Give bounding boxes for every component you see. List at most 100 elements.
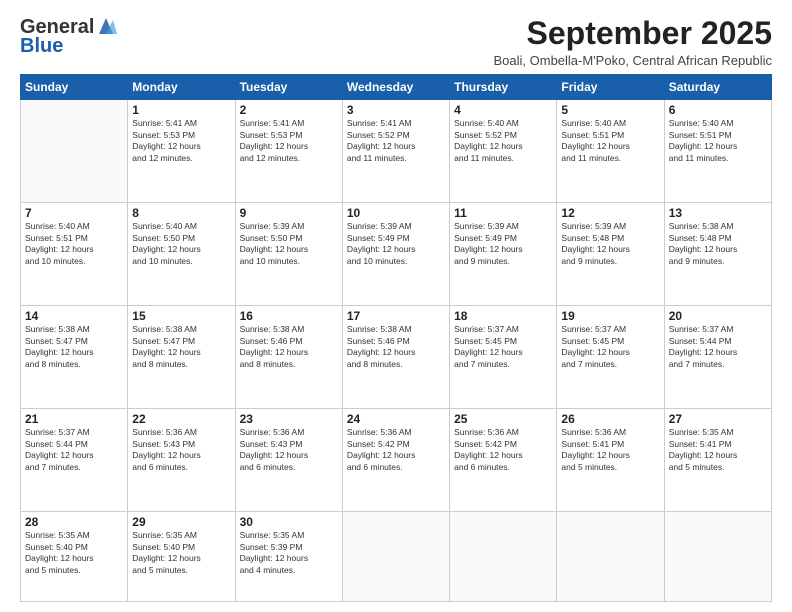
weekday-sunday: Sunday [21,75,128,100]
calendar-cell: 24Sunrise: 5:36 AM Sunset: 5:42 PM Dayli… [342,409,449,512]
weekday-monday: Monday [128,75,235,100]
weekday-saturday: Saturday [664,75,771,100]
week-row-1: 1Sunrise: 5:41 AM Sunset: 5:53 PM Daylig… [21,100,772,203]
calendar-cell: 19Sunrise: 5:37 AM Sunset: 5:45 PM Dayli… [557,306,664,409]
day-info: Sunrise: 5:35 AM Sunset: 5:39 PM Dayligh… [240,530,338,576]
day-info: Sunrise: 5:41 AM Sunset: 5:53 PM Dayligh… [240,118,338,164]
calendar-cell: 17Sunrise: 5:38 AM Sunset: 5:46 PM Dayli… [342,306,449,409]
logo-icon [95,16,117,36]
calendar: SundayMondayTuesdayWednesdayThursdayFrid… [20,74,772,602]
day-number: 2 [240,103,338,117]
day-info: Sunrise: 5:39 AM Sunset: 5:49 PM Dayligh… [347,221,445,267]
day-number: 12 [561,206,659,220]
day-number: 11 [454,206,552,220]
calendar-cell: 9Sunrise: 5:39 AM Sunset: 5:50 PM Daylig… [235,203,342,306]
calendar-cell: 28Sunrise: 5:35 AM Sunset: 5:40 PM Dayli… [21,512,128,602]
day-info: Sunrise: 5:38 AM Sunset: 5:46 PM Dayligh… [347,324,445,370]
subtitle: Boali, Ombella-M'Poko, Central African R… [494,53,773,68]
day-number: 28 [25,515,123,529]
weekday-tuesday: Tuesday [235,75,342,100]
day-number: 1 [132,103,230,117]
day-number: 4 [454,103,552,117]
calendar-cell: 14Sunrise: 5:38 AM Sunset: 5:47 PM Dayli… [21,306,128,409]
day-info: Sunrise: 5:36 AM Sunset: 5:43 PM Dayligh… [132,427,230,473]
calendar-cell: 16Sunrise: 5:38 AM Sunset: 5:46 PM Dayli… [235,306,342,409]
day-info: Sunrise: 5:36 AM Sunset: 5:42 PM Dayligh… [347,427,445,473]
day-info: Sunrise: 5:41 AM Sunset: 5:52 PM Dayligh… [347,118,445,164]
calendar-cell: 15Sunrise: 5:38 AM Sunset: 5:47 PM Dayli… [128,306,235,409]
day-number: 3 [347,103,445,117]
day-info: Sunrise: 5:39 AM Sunset: 5:50 PM Dayligh… [240,221,338,267]
day-info: Sunrise: 5:41 AM Sunset: 5:53 PM Dayligh… [132,118,230,164]
weekday-friday: Friday [557,75,664,100]
day-number: 17 [347,309,445,323]
day-number: 19 [561,309,659,323]
day-number: 30 [240,515,338,529]
calendar-cell: 4Sunrise: 5:40 AM Sunset: 5:52 PM Daylig… [450,100,557,203]
weekday-wednesday: Wednesday [342,75,449,100]
day-number: 8 [132,206,230,220]
day-number: 13 [669,206,767,220]
calendar-cell [21,100,128,203]
day-info: Sunrise: 5:39 AM Sunset: 5:49 PM Dayligh… [454,221,552,267]
day-number: 5 [561,103,659,117]
day-info: Sunrise: 5:36 AM Sunset: 5:43 PM Dayligh… [240,427,338,473]
day-number: 25 [454,412,552,426]
day-info: Sunrise: 5:40 AM Sunset: 5:51 PM Dayligh… [25,221,123,267]
day-number: 7 [25,206,123,220]
day-number: 22 [132,412,230,426]
day-info: Sunrise: 5:38 AM Sunset: 5:46 PM Dayligh… [240,324,338,370]
calendar-cell: 13Sunrise: 5:38 AM Sunset: 5:48 PM Dayli… [664,203,771,306]
day-number: 29 [132,515,230,529]
day-info: Sunrise: 5:37 AM Sunset: 5:45 PM Dayligh… [454,324,552,370]
calendar-cell: 27Sunrise: 5:35 AM Sunset: 5:41 PM Dayli… [664,409,771,512]
calendar-cell [664,512,771,602]
day-number: 18 [454,309,552,323]
day-number: 14 [25,309,123,323]
day-info: Sunrise: 5:40 AM Sunset: 5:52 PM Dayligh… [454,118,552,164]
calendar-cell: 26Sunrise: 5:36 AM Sunset: 5:41 PM Dayli… [557,409,664,512]
day-info: Sunrise: 5:40 AM Sunset: 5:51 PM Dayligh… [561,118,659,164]
logo: General Blue [20,16,117,58]
month-title: September 2025 [494,16,773,51]
day-info: Sunrise: 5:37 AM Sunset: 5:44 PM Dayligh… [25,427,123,473]
day-info: Sunrise: 5:36 AM Sunset: 5:41 PM Dayligh… [561,427,659,473]
day-number: 9 [240,206,338,220]
calendar-cell: 25Sunrise: 5:36 AM Sunset: 5:42 PM Dayli… [450,409,557,512]
day-info: Sunrise: 5:35 AM Sunset: 5:40 PM Dayligh… [132,530,230,576]
calendar-cell: 6Sunrise: 5:40 AM Sunset: 5:51 PM Daylig… [664,100,771,203]
calendar-cell: 5Sunrise: 5:40 AM Sunset: 5:51 PM Daylig… [557,100,664,203]
day-info: Sunrise: 5:39 AM Sunset: 5:48 PM Dayligh… [561,221,659,267]
calendar-cell [557,512,664,602]
day-number: 6 [669,103,767,117]
day-number: 21 [25,412,123,426]
day-info: Sunrise: 5:40 AM Sunset: 5:51 PM Dayligh… [669,118,767,164]
calendar-cell: 10Sunrise: 5:39 AM Sunset: 5:49 PM Dayli… [342,203,449,306]
day-number: 23 [240,412,338,426]
day-info: Sunrise: 5:36 AM Sunset: 5:42 PM Dayligh… [454,427,552,473]
weekday-thursday: Thursday [450,75,557,100]
day-info: Sunrise: 5:38 AM Sunset: 5:48 PM Dayligh… [669,221,767,267]
calendar-cell: 8Sunrise: 5:40 AM Sunset: 5:50 PM Daylig… [128,203,235,306]
calendar-cell [342,512,449,602]
calendar-cell: 1Sunrise: 5:41 AM Sunset: 5:53 PM Daylig… [128,100,235,203]
calendar-cell: 18Sunrise: 5:37 AM Sunset: 5:45 PM Dayli… [450,306,557,409]
weekday-header-row: SundayMondayTuesdayWednesdayThursdayFrid… [21,75,772,100]
day-number: 24 [347,412,445,426]
calendar-cell: 30Sunrise: 5:35 AM Sunset: 5:39 PM Dayli… [235,512,342,602]
day-info: Sunrise: 5:40 AM Sunset: 5:50 PM Dayligh… [132,221,230,267]
calendar-cell: 3Sunrise: 5:41 AM Sunset: 5:52 PM Daylig… [342,100,449,203]
week-row-3: 14Sunrise: 5:38 AM Sunset: 5:47 PM Dayli… [21,306,772,409]
calendar-cell: 21Sunrise: 5:37 AM Sunset: 5:44 PM Dayli… [21,409,128,512]
calendar-cell: 7Sunrise: 5:40 AM Sunset: 5:51 PM Daylig… [21,203,128,306]
day-number: 26 [561,412,659,426]
calendar-cell: 11Sunrise: 5:39 AM Sunset: 5:49 PM Dayli… [450,203,557,306]
calendar-cell: 23Sunrise: 5:36 AM Sunset: 5:43 PM Dayli… [235,409,342,512]
calendar-cell: 29Sunrise: 5:35 AM Sunset: 5:40 PM Dayli… [128,512,235,602]
day-info: Sunrise: 5:38 AM Sunset: 5:47 PM Dayligh… [25,324,123,370]
calendar-cell: 22Sunrise: 5:36 AM Sunset: 5:43 PM Dayli… [128,409,235,512]
day-info: Sunrise: 5:38 AM Sunset: 5:47 PM Dayligh… [132,324,230,370]
day-number: 27 [669,412,767,426]
logo-blue: Blue [20,35,63,58]
calendar-cell [450,512,557,602]
